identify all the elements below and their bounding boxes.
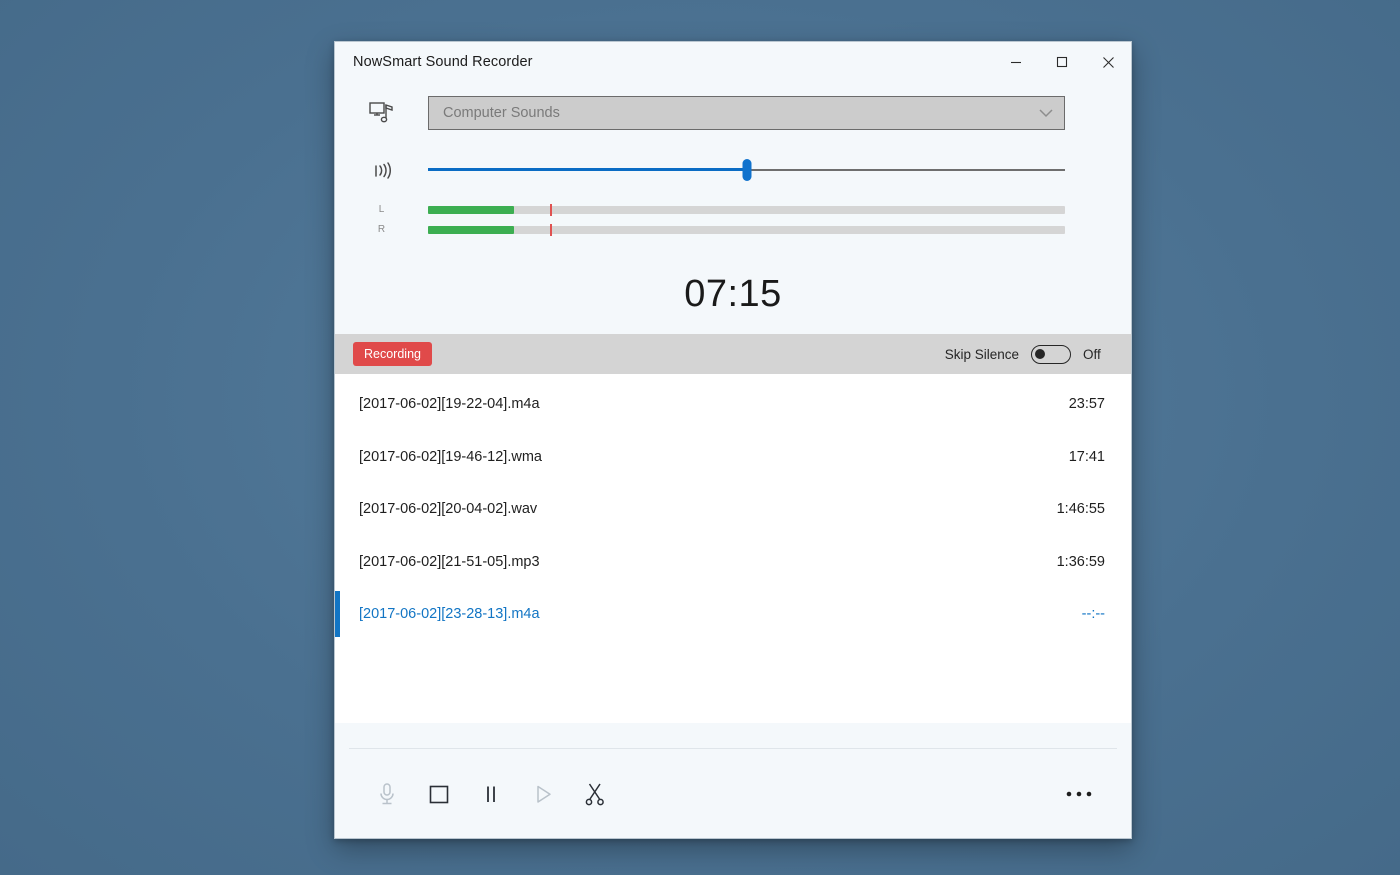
right-level-peak [550,224,553,236]
sound-source-dropdown[interactable]: Computer Sounds [428,96,1065,130]
table-row[interactable]: [2017-06-02][19-22-04].m4a 23:57 [335,378,1131,431]
recorder-controls-panel: Computer Sounds L R 07:15 [335,82,1131,334]
right-channel-label: R [377,224,386,235]
title-bar: NowSmart Sound Recorder [335,42,1131,82]
status-bar: Recording Skip Silence Off [335,334,1131,374]
level-meters-row: L R [335,196,1131,254]
play-button[interactable] [517,768,569,820]
microphone-icon [380,782,394,804]
volume-slider[interactable] [428,158,1065,182]
maximize-button[interactable] [1039,42,1085,82]
left-channel-label: L [378,204,385,215]
skip-silence-label: Skip Silence [944,346,1019,362]
window-controls [993,42,1131,82]
skip-silence-group: Skip Silence Off [944,344,1105,364]
volume-slider-thumb[interactable] [742,159,751,181]
chevron-down-icon [1038,108,1054,118]
elapsed-timer: 07:15 [335,254,1131,334]
transport-toolbar-area [335,723,1131,838]
recording-name: [2017-06-02][23-28-13].m4a [359,606,540,623]
skip-silence-toggle[interactable] [1031,344,1071,364]
right-level-meter [428,224,1065,236]
record-button[interactable] [361,768,413,820]
recording-duration: 1:36:59 [1056,553,1105,570]
source-row: Computer Sounds [335,82,1131,144]
skip-silence-toggle-knob [1035,348,1045,359]
level-meters [428,196,1065,240]
recording-duration: 1:46:55 [1056,501,1105,518]
volume-waves-glyph [374,162,391,179]
pause-button[interactable] [465,768,517,820]
pause-icon [487,786,495,802]
sound-source-value: Computer Sounds [443,105,560,121]
stop-button[interactable] [413,768,465,820]
selection-indicator [335,591,340,638]
recording-name: [2017-06-02][20-04-02].wav [359,501,538,518]
more-options-button[interactable] [1053,768,1105,820]
skip-silence-state: Off [1083,346,1101,362]
recording-duration: 23:57 [1068,396,1105,413]
table-row[interactable]: [2017-06-02][20-04-02].wav 1:46:55 [335,483,1131,536]
scissors-icon [585,783,604,805]
minimize-icon [1011,61,1021,64]
close-button[interactable] [1085,42,1131,82]
right-level-fill [428,226,514,234]
maximize-icon [1056,56,1068,68]
status-badge[interactable]: Recording [353,342,432,366]
transport-toolbar [335,749,1131,838]
channel-labels: L R [335,196,428,240]
recording-duration: 17:41 [1068,448,1105,465]
recording-duration: --:-- [1081,606,1105,623]
trim-button[interactable] [569,768,621,820]
recording-name: [2017-06-02][19-22-04].m4a [359,396,540,413]
elapsed-timer-value: 07:15 [684,272,782,315]
left-level-meter [428,204,1065,216]
table-row[interactable]: [2017-06-02][21-51-05].mp3 1:36:59 [335,536,1131,589]
ellipsis-icon [1066,791,1092,796]
left-level-peak [550,204,553,216]
computer-sounds-glyph [368,102,393,123]
recording-name: [2017-06-02][19-46-12].wma [359,448,542,465]
close-icon [1102,56,1114,68]
table-row-selected[interactable]: [2017-06-02][23-28-13].m4a --:-- [335,588,1131,641]
volume-row [335,144,1131,196]
volume-waves-icon [335,158,428,182]
window-title: NowSmart Sound Recorder [353,54,533,70]
minimize-button[interactable] [993,42,1039,82]
table-row[interactable]: [2017-06-02][19-46-12].wma 17:41 [335,431,1131,484]
app-window: NowSmart Sound Recorder Computer Sounds … [334,41,1132,839]
play-icon [537,785,551,803]
volume-slider-fill [428,168,747,171]
recording-name: [2017-06-02][21-51-05].mp3 [359,553,540,570]
computer-sounds-icon [335,101,428,125]
left-level-fill [428,206,514,214]
recordings-list[interactable]: [2017-06-02][19-22-04].m4a 23:57 [2017-0… [335,374,1131,723]
stop-icon [429,785,449,803]
